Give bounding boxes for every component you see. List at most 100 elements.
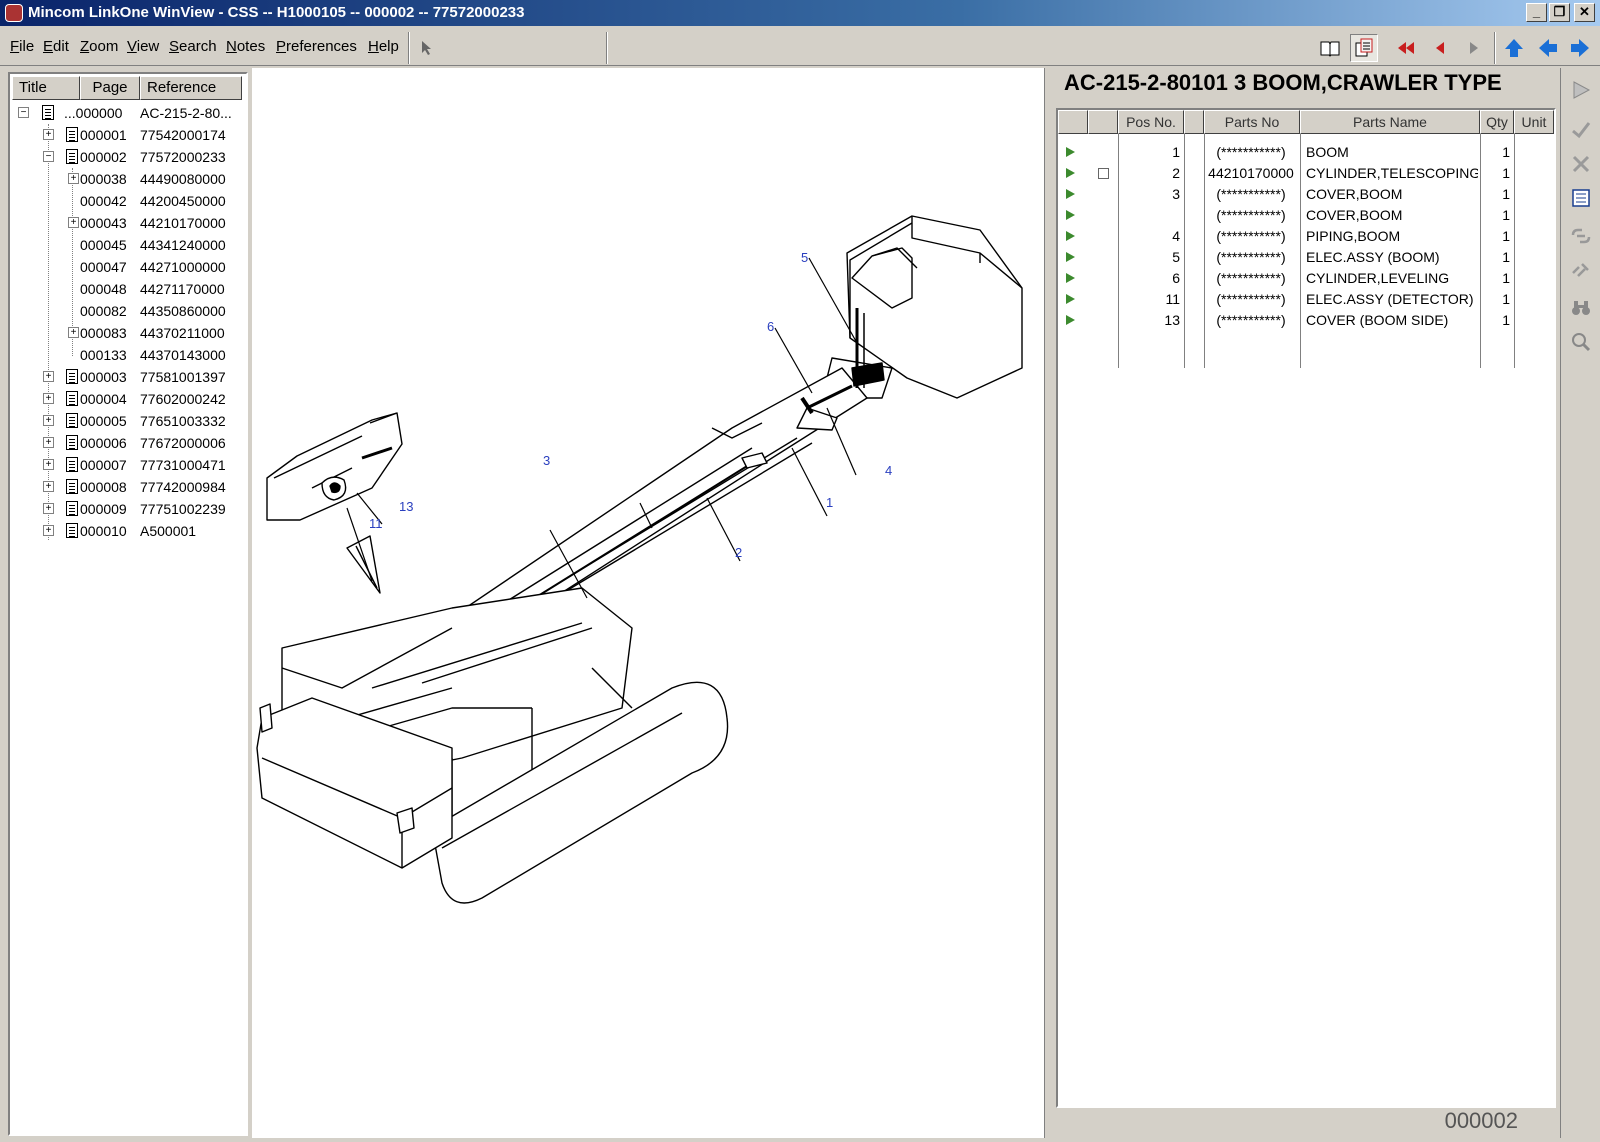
- menu-search[interactable]: Search: [169, 38, 217, 55]
- unlink-icon[interactable]: [1567, 256, 1595, 284]
- col-header-qty[interactable]: Qty: [1480, 110, 1514, 134]
- menu-file[interactable]: File: [10, 38, 34, 55]
- minimize-button[interactable]: _: [1526, 3, 1547, 22]
- tree-row[interactable]: + 000043 44210170000: [10, 212, 246, 234]
- callout-label[interactable]: 6: [767, 319, 774, 334]
- callout-label[interactable]: 4: [885, 463, 892, 478]
- tree-row[interactable]: − 000002 77572000233: [10, 146, 246, 168]
- tree-row[interactable]: + 000005 77651003332: [10, 410, 246, 432]
- expand-icon[interactable]: +: [68, 217, 79, 228]
- row-arrow-icon[interactable]: [1066, 273, 1075, 283]
- row-arrow-icon[interactable]: [1066, 315, 1075, 325]
- tree-row[interactable]: + 000006 77672000006: [10, 432, 246, 454]
- link-icon[interactable]: [1567, 222, 1595, 250]
- expand-icon[interactable]: +: [43, 459, 54, 470]
- row-arrow-icon[interactable]: [1066, 189, 1075, 199]
- tree-header-title[interactable]: Title: [12, 76, 80, 100]
- tree-row[interactable]: 000082 44350860000: [10, 300, 246, 322]
- callout-label[interactable]: 13: [399, 499, 413, 514]
- tree-row[interactable]: 000045 44341240000: [10, 234, 246, 256]
- list-view-icon[interactable]: [1350, 34, 1378, 62]
- expand-icon[interactable]: +: [43, 371, 54, 382]
- tree-row[interactable]: + 000010 A500001: [10, 520, 246, 542]
- table-row[interactable]: 11 (***********) ELEC.ASSY (DETECTOR) 1: [1058, 289, 1554, 310]
- expand-icon[interactable]: +: [43, 503, 54, 514]
- forward-icon[interactable]: [1566, 34, 1594, 62]
- table-row[interactable]: 1 (***********) BOOM 1: [1058, 142, 1554, 163]
- app-icon[interactable]: [5, 4, 23, 22]
- play-icon[interactable]: [1567, 76, 1595, 104]
- table-row[interactable]: 2 44210170000 CYLINDER,TELESCOPING 1: [1058, 163, 1554, 184]
- list-icon[interactable]: [1567, 184, 1595, 212]
- tree-row[interactable]: + 000038 44490080000: [10, 168, 246, 190]
- callout-label[interactable]: 11: [369, 516, 383, 531]
- table-row[interactable]: 6 (***********) CYLINDER,LEVELING 1: [1058, 268, 1554, 289]
- tree-row[interactable]: 000042 44200450000: [10, 190, 246, 212]
- tree-row[interactable]: + 000083 44370211000: [10, 322, 246, 344]
- prev-icon[interactable]: [1426, 34, 1454, 62]
- binoculars-icon[interactable]: [1567, 294, 1595, 322]
- expand-icon[interactable]: +: [43, 525, 54, 536]
- close-button[interactable]: ✕: [1574, 3, 1595, 22]
- row-arrow-icon[interactable]: [1066, 168, 1075, 178]
- tree-row[interactable]: 000048 44271170000: [10, 278, 246, 300]
- row-arrow-icon[interactable]: [1066, 231, 1075, 241]
- tree-row[interactable]: + 000001 77542000174: [10, 124, 246, 146]
- panel-splitter[interactable]: [1044, 68, 1052, 1138]
- tree-row[interactable]: 000047 44271000000: [10, 256, 246, 278]
- table-row[interactable]: 5 (***********) ELEC.ASSY (BOOM) 1: [1058, 247, 1554, 268]
- callout-label[interactable]: 3: [543, 453, 550, 468]
- expand-icon[interactable]: +: [43, 437, 54, 448]
- col-header-partno[interactable]: Parts No: [1204, 110, 1300, 134]
- row-arrow-icon[interactable]: [1066, 252, 1075, 262]
- callout-label[interactable]: 1: [826, 495, 833, 510]
- tree-row[interactable]: − ...000000 AC-215-2-80...: [10, 102, 246, 124]
- tree-header-reference[interactable]: Reference: [140, 76, 242, 100]
- tree-row[interactable]: 000133 44370143000: [10, 344, 246, 366]
- row-arrow-icon[interactable]: [1066, 294, 1075, 304]
- menu-view[interactable]: View: [127, 38, 159, 55]
- restore-button[interactable]: ❐: [1549, 3, 1570, 22]
- col-header-blank[interactable]: [1184, 110, 1204, 134]
- back-icon[interactable]: [1534, 34, 1562, 62]
- collapse-icon[interactable]: −: [43, 151, 54, 162]
- table-row[interactable]: 4 (***********) PIPING,BOOM 1: [1058, 226, 1554, 247]
- pointer-icon[interactable]: [414, 34, 442, 62]
- cross-icon[interactable]: [1567, 150, 1595, 178]
- check-icon[interactable]: [1567, 116, 1595, 144]
- up-icon[interactable]: [1500, 34, 1528, 62]
- next-icon[interactable]: [1460, 34, 1488, 62]
- menu-notes[interactable]: Notes: [226, 38, 265, 55]
- expand-icon[interactable]: +: [68, 173, 79, 184]
- zoom-icon[interactable]: [1567, 328, 1595, 356]
- col-header-pos[interactable]: Pos No.: [1118, 110, 1184, 134]
- callout-label[interactable]: 5: [801, 250, 808, 265]
- tree-row[interactable]: + 000003 77581001397: [10, 366, 246, 388]
- tree-row[interactable]: + 000008 77742000984: [10, 476, 246, 498]
- expand-icon[interactable]: +: [43, 393, 54, 404]
- table-row[interactable]: (***********) COVER,BOOM 1: [1058, 205, 1554, 226]
- col-header-check[interactable]: [1088, 110, 1118, 134]
- parts-drawing[interactable]: 1 2 3 4 5 6 11 13: [252, 68, 1044, 1138]
- expand-icon[interactable]: +: [43, 415, 54, 426]
- collapse-icon[interactable]: −: [18, 107, 29, 118]
- menu-help[interactable]: Help: [368, 38, 399, 55]
- col-header-name[interactable]: Parts Name: [1300, 110, 1480, 134]
- row-arrow-icon[interactable]: [1066, 147, 1075, 157]
- menu-edit[interactable]: Edit: [43, 38, 69, 55]
- menu-preferences[interactable]: Preferences: [276, 38, 357, 55]
- row-arrow-icon[interactable]: [1066, 210, 1075, 220]
- expand-icon[interactable]: +: [43, 129, 54, 140]
- book-icon[interactable]: [1316, 34, 1344, 62]
- table-row[interactable]: 3 (***********) COVER,BOOM 1: [1058, 184, 1554, 205]
- crane-illustration[interactable]: 1 2 3 4 5 6 11 13: [252, 68, 1044, 1138]
- tree-row[interactable]: + 000007 77731000471: [10, 454, 246, 476]
- table-row[interactable]: 13 (***********) COVER (BOOM SIDE) 1: [1058, 310, 1554, 331]
- tree-row[interactable]: + 000009 77751002239: [10, 498, 246, 520]
- tree-header-page[interactable]: Page: [80, 76, 140, 100]
- callout-label[interactable]: 2: [735, 545, 742, 560]
- expand-icon[interactable]: +: [68, 327, 79, 338]
- col-header-unit[interactable]: Unit: [1514, 110, 1554, 134]
- col-header-select[interactable]: [1058, 110, 1088, 134]
- menu-zoom[interactable]: Zoom: [80, 38, 118, 55]
